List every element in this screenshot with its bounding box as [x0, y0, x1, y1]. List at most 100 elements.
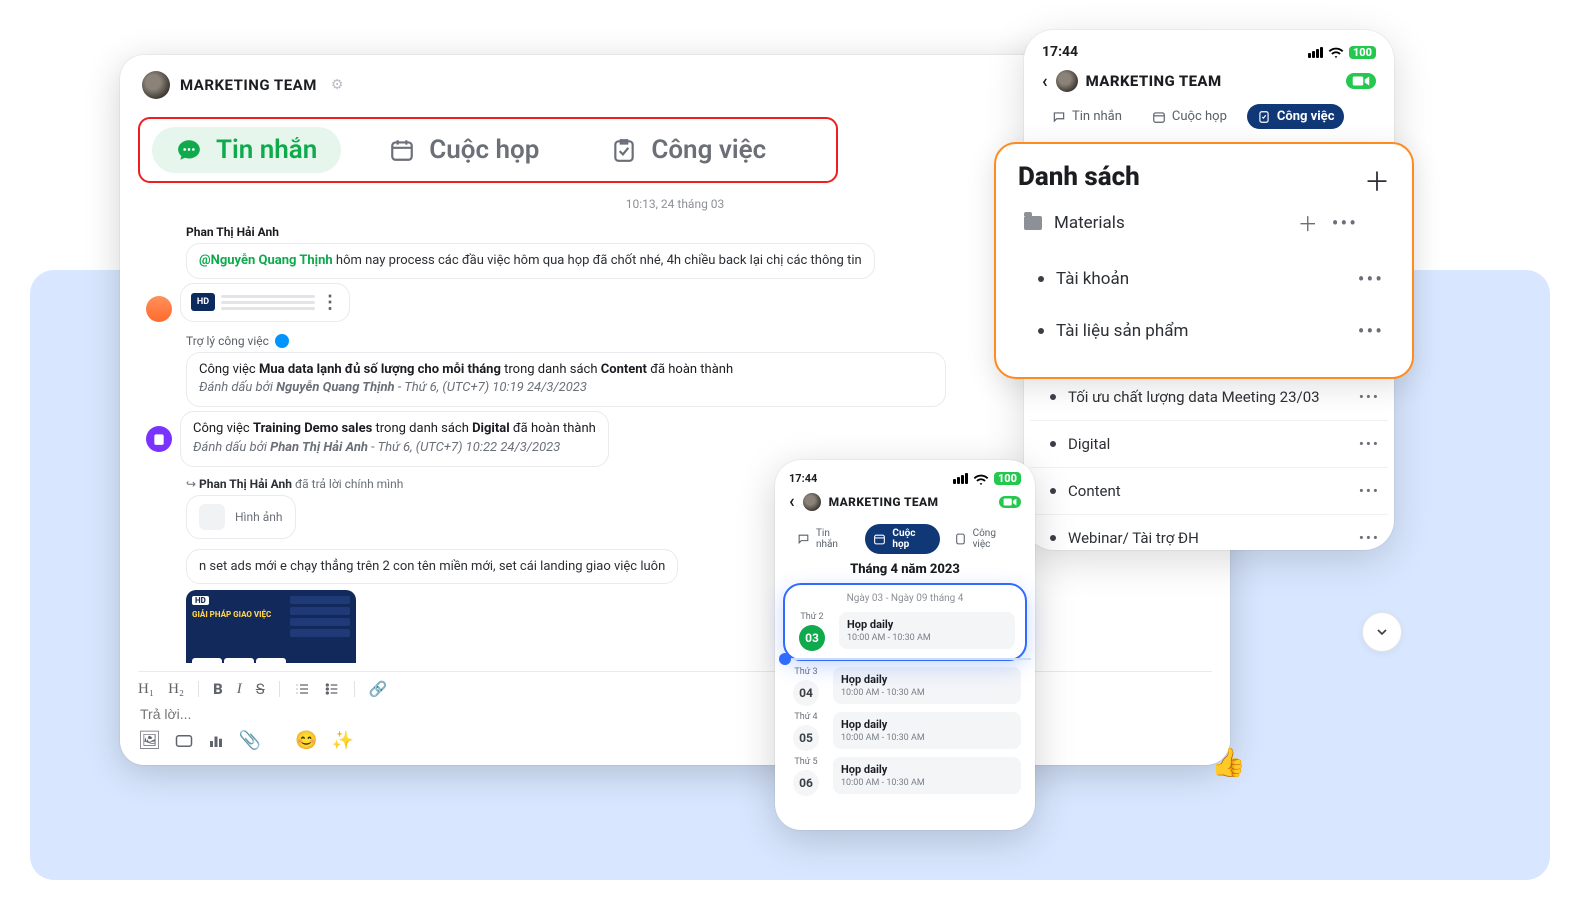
- week-range: Ngày 03 - Ngày 09 tháng 4: [795, 593, 1015, 604]
- mobile-tab-tasks[interactable]: Công việc: [946, 524, 1021, 554]
- h2-button[interactable]: H₂: [168, 681, 184, 698]
- video-call-button[interactable]: [1346, 73, 1376, 89]
- more-icon[interactable]: •••: [1358, 269, 1384, 289]
- emoji-icon[interactable]: 😊: [295, 730, 317, 751]
- mobile-tab-messages[interactable]: Tin nhắn: [789, 524, 859, 554]
- list-item[interactable]: Tối ưu chất lượng data Meeting 23/03•••: [1030, 374, 1388, 420]
- calendar-month: Tháng 4 năm 2023: [789, 562, 1021, 577]
- event-card[interactable]: Họp daily10:00 AM - 10:30 AM: [833, 757, 1021, 794]
- bullet-icon: [1038, 328, 1044, 334]
- task-list-title: Danh sách: [1018, 162, 1390, 192]
- list-item[interactable]: Tài liệu sản phẩm •••: [1018, 305, 1390, 357]
- hd-badge: HD: [191, 293, 215, 311]
- kebab-icon[interactable]: ⋮: [321, 292, 339, 313]
- thumbs-up-reaction[interactable]: 👍: [1211, 746, 1246, 779]
- day-cell[interactable]: Thứ 2 03: [795, 612, 829, 651]
- link-icon[interactable]: 🔗: [369, 680, 388, 698]
- event-card[interactable]: Họp daily 10:00 AM - 10:30 AM: [839, 612, 1015, 649]
- statusbar: 17:44 100: [1042, 44, 1376, 60]
- list-item[interactable]: Digital•••: [1030, 420, 1388, 467]
- clipboard-check-icon: [611, 137, 637, 163]
- mobile-tab-messages[interactable]: Tin nhắn: [1042, 104, 1132, 129]
- assistant-label: Trợ lý công việc: [186, 334, 269, 348]
- calendar-event-highlight: Ngày 03 - Ngày 09 tháng 4 Thứ 2 03 Họp d…: [783, 583, 1027, 661]
- image-attachment-pill[interactable]: Hình ảnh: [186, 495, 296, 539]
- tab-tasks[interactable]: Công việc: [587, 127, 790, 173]
- clipboard-check-icon: [1257, 110, 1271, 124]
- attach-icon[interactable]: 📎: [239, 730, 261, 751]
- tab-messages-label: Tin nhắn: [216, 135, 317, 165]
- add-list-button[interactable]: ＋: [1364, 162, 1390, 199]
- list-ordered-icon[interactable]: [294, 681, 310, 697]
- day-cell[interactable]: Thứ 304: [789, 667, 823, 706]
- message-bubble[interactable]: @Nguyễn Quang Thịnh hôm nay process các …: [186, 243, 875, 279]
- clipboard-check-icon: [954, 532, 967, 546]
- more-icon[interactable]: •••: [1359, 388, 1380, 406]
- back-icon[interactable]: ‹: [789, 491, 795, 512]
- slider-handle-icon[interactable]: [779, 653, 791, 665]
- verified-dot-icon: [275, 334, 289, 348]
- mobile-tab-meetings[interactable]: Cuộc họp: [1142, 104, 1237, 129]
- message-bubble: n set ads mới e chạy thẳng trên 2 con tê…: [186, 549, 678, 585]
- image-icon[interactable]: 🖼: [138, 730, 161, 751]
- tab-tasks-label: Công việc: [651, 135, 766, 165]
- list-item[interactable]: Webinar/ Tài trợ ĐH•••: [1030, 514, 1388, 561]
- gif-icon[interactable]: [175, 732, 193, 750]
- team-avatar: [1056, 70, 1078, 92]
- wifi-icon: [973, 473, 989, 485]
- statusbar-time: 17:44: [789, 472, 817, 485]
- banner-image[interactable]: HD GIẢI PHÁP GIAO VIỆC: [186, 590, 356, 663]
- calendar-icon: [389, 137, 415, 163]
- more-icon[interactable]: •••: [1332, 213, 1358, 233]
- event-card[interactable]: Họp daily10:00 AM - 10:30 AM: [833, 667, 1021, 704]
- mobile-team-title: MARKETING TEAM: [829, 495, 939, 509]
- tab-messages[interactable]: Tin nhắn: [152, 127, 341, 173]
- list-item[interactable]: Tài khoản •••: [1018, 253, 1390, 305]
- assistant-message: Công việc Training Demo sales trong danh…: [180, 411, 609, 467]
- gear-icon[interactable]: ⚙: [331, 77, 344, 93]
- chat-icon: [1052, 110, 1066, 124]
- calendar-icon: [873, 532, 886, 546]
- list-bullet-icon[interactable]: [324, 681, 340, 697]
- mobile-tab-tasks[interactable]: Công việc: [1247, 104, 1345, 129]
- magic-icon[interactable]: ✨: [332, 730, 354, 751]
- italic-button[interactable]: I: [237, 681, 242, 698]
- statusbar: 17:44 100: [789, 472, 1021, 485]
- folder-materials[interactable]: Materials ＋ •••: [1018, 192, 1364, 253]
- task-list-rest: Tối ưu chất lượng data Meeting 23/03••• …: [1020, 368, 1398, 567]
- reply-input[interactable]: [138, 698, 1212, 730]
- h1-button[interactable]: H₁: [138, 681, 154, 698]
- tabs-highlight-box: Tin nhắn Cuộc họp Công việc: [138, 117, 838, 183]
- more-icon[interactable]: •••: [1359, 529, 1380, 547]
- tab-meetings-label: Cuộc họp: [429, 135, 539, 165]
- list-item[interactable]: Content•••: [1030, 467, 1388, 514]
- day-cell[interactable]: Thứ 405: [789, 712, 823, 751]
- tab-meetings[interactable]: Cuộc họp: [365, 127, 563, 173]
- image-placeholder-icon: [199, 504, 225, 530]
- statusbar-time: 17:44: [1042, 44, 1078, 60]
- event-card[interactable]: Họp daily10:00 AM - 10:30 AM: [833, 712, 1021, 749]
- calendar-icon: [1152, 110, 1166, 124]
- more-icon[interactable]: •••: [1359, 435, 1380, 453]
- video-call-button[interactable]: [999, 496, 1021, 508]
- mention[interactable]: @Nguyễn Quang Thịnh: [199, 253, 333, 268]
- more-icon[interactable]: •••: [1358, 321, 1384, 341]
- assistant-message: Công việc Mua data lạnh đủ số lượng cho …: [186, 352, 946, 408]
- mobile-tab-meetings[interactable]: Cuộc họp: [865, 524, 939, 554]
- strike-button[interactable]: S: [256, 680, 265, 698]
- folder-icon: [1024, 216, 1042, 230]
- back-icon[interactable]: ‹: [1042, 71, 1048, 92]
- signal-icon: [1308, 47, 1323, 58]
- poll-icon[interactable]: [207, 732, 225, 750]
- mobile-team-title: MARKETING TEAM: [1086, 72, 1222, 90]
- attachment-preview-lines: [215, 292, 321, 313]
- reply-ref-name: Phan Thị Hải Anh: [199, 477, 292, 491]
- chat-icon: [176, 137, 202, 163]
- attachment-card[interactable]: HD ⋮: [180, 283, 350, 322]
- bullet-icon: [1038, 276, 1044, 282]
- add-item-button[interactable]: ＋: [1298, 208, 1318, 237]
- expand-toggle[interactable]: [1362, 612, 1402, 652]
- more-icon[interactable]: •••: [1359, 482, 1380, 500]
- bold-button[interactable]: B: [213, 680, 223, 698]
- day-cell[interactable]: Thứ 506: [789, 757, 823, 796]
